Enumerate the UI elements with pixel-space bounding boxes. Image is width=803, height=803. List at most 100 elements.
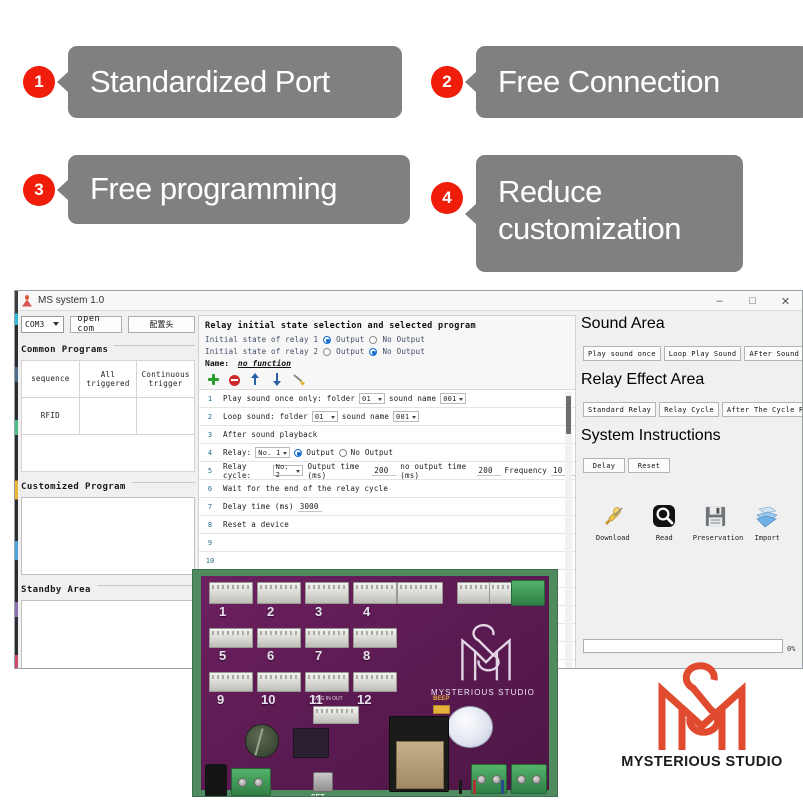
row-content: Delay time (ms) 3000 (221, 502, 575, 512)
sound-area-buttons: Play sound once Loop Play Sound AFter So… (583, 346, 802, 361)
list-item[interactable]: 4 Relay: No. 1 Output No Output (199, 444, 575, 462)
list-item[interactable]: 9 (199, 534, 575, 552)
list-item[interactable]: 6 Wait for the end of the relay cycle (199, 480, 575, 498)
import-label: Import (754, 534, 780, 542)
row-number: 6 (207, 484, 213, 493)
row-content: Wait for the end of the relay cycle (221, 484, 575, 493)
add-icon[interactable] (207, 373, 220, 386)
list-item[interactable]: 8 Reset a device (199, 516, 575, 534)
relay-cycle-button[interactable]: Relay Cycle (659, 402, 719, 417)
move-up-icon[interactable] (249, 373, 262, 386)
pcb-set-button (313, 772, 333, 792)
import-action[interactable]: Import (744, 501, 790, 542)
customized-program-group: Customized Program (21, 476, 195, 575)
relay-cycle-number-select[interactable]: No. 2 (272, 463, 304, 479)
config-header-button[interactable]: 配置头 (127, 315, 195, 333)
delay-time-input[interactable]: 3000 (297, 502, 322, 512)
feature-item-2: 2 Free Connection (432, 46, 803, 118)
row-number: 8 (207, 520, 213, 529)
clear-icon[interactable] (293, 373, 306, 386)
sound-name-select[interactable]: 001 (393, 411, 420, 422)
program-list-scrollbar[interactable] (565, 392, 572, 668)
pcb-connector (209, 582, 253, 604)
list-item[interactable]: 3 After sound playback (199, 426, 575, 444)
sound-name-select[interactable]: 001 (440, 393, 467, 404)
read-label: Read (655, 534, 673, 542)
program-name-value: no function (237, 359, 291, 368)
save-icon (693, 501, 739, 531)
pcb-io-connector (313, 706, 359, 724)
program-cell-rfid[interactable]: RFID (21, 397, 80, 435)
customized-program-list[interactable] (21, 497, 195, 575)
window-title: MS system 1.0 (38, 295, 105, 306)
folder-select[interactable]: 01 (311, 411, 338, 422)
progress-value: 0% (787, 645, 796, 653)
relay2-output-radio[interactable] (323, 347, 332, 356)
pcb-connector-number: 7 (315, 648, 323, 663)
feature-label-box: Free programming (57, 155, 410, 224)
output-time-input[interactable]: 200 (372, 466, 397, 476)
customized-program-body (21, 497, 195, 575)
play-sound-once-button[interactable]: Play sound once (583, 346, 661, 361)
chevron-down-icon (412, 416, 417, 419)
row4-no-output-radio[interactable] (338, 448, 347, 457)
standby-area-list[interactable] (21, 600, 195, 668)
reset-button[interactable]: Reset (628, 458, 670, 473)
program-cell-continuous-trigger[interactable]: Continuous trigger (136, 360, 195, 398)
folder-select[interactable]: 01 (359, 393, 386, 404)
download-action[interactable]: Download (590, 501, 636, 542)
feature-item-3: 3 Free programming (24, 155, 410, 224)
row-content: Relay cycle: No. 2 Output time (ms) 200 … (221, 462, 575, 480)
open-com-button[interactable]: open com (70, 314, 122, 334)
relay1-no-output-label: No Output (382, 335, 425, 344)
standard-relay-button[interactable]: Standard Relay (583, 402, 657, 417)
program-cell-empty[interactable] (136, 397, 195, 435)
read-action[interactable]: Read (641, 501, 687, 542)
relay-number-select[interactable]: No. 1 (255, 447, 291, 458)
program-name-label: Name: (205, 359, 230, 368)
close-icon[interactable]: ✕ (769, 291, 802, 311)
program-list-toolbar (199, 370, 575, 390)
preservation-action[interactable]: Preservation (693, 501, 743, 542)
row-text: Relay cycle: (223, 461, 252, 480)
remove-icon[interactable] (229, 374, 240, 386)
pcb-speaker (447, 706, 493, 748)
minimize-icon[interactable]: – (703, 291, 736, 311)
maximize-icon[interactable]: □ (736, 291, 769, 311)
program-cell-all-triggered[interactable]: All triggered (78, 360, 138, 398)
pcb-connector (353, 582, 397, 604)
relay-effect-area-title: Relay Effect Area (581, 371, 705, 388)
relay1-state-row: Initial state of relay 1 Output No Outpu… (205, 335, 569, 344)
row4-output-radio[interactable] (294, 448, 303, 457)
pcb-wire (473, 780, 476, 794)
program-cell-empty-row[interactable] (21, 434, 195, 472)
pcb-wire (459, 780, 462, 794)
list-item[interactable]: 5 Relay cycle: No. 2 Output time (ms) 20… (199, 462, 575, 480)
delay-button[interactable]: Delay (583, 458, 625, 473)
row-number: 4 (207, 448, 213, 457)
after-the-cycle-relay-button[interactable]: After The Cycle Relay (721, 402, 802, 417)
list-item[interactable]: 1 Play sound once only: folder 01 sound … (199, 390, 575, 408)
relay2-label: Initial state of relay 2 (205, 347, 319, 356)
relay1-output-radio[interactable] (323, 335, 332, 344)
move-down-icon[interactable] (271, 373, 284, 386)
relay1-no-output-radio[interactable] (369, 335, 378, 344)
feature-number-badge: 4 (432, 183, 462, 213)
standby-area-group: Standby Area (21, 579, 195, 668)
sound-name-value: 001 (396, 412, 410, 421)
relay2-no-output-radio[interactable] (369, 347, 378, 356)
no-output-time-input[interactable]: 200 (476, 466, 501, 476)
row-mid-label: sound name (341, 412, 390, 421)
scrollbar-thumb[interactable] (566, 396, 571, 434)
com-port-select[interactable]: COM3 (21, 315, 65, 333)
table-row (21, 434, 195, 472)
feature-item-4: 4 Reduce customization (432, 155, 743, 272)
list-item[interactable]: 2 Loop sound: folder 01 sound name 001 (199, 408, 575, 426)
list-item[interactable]: 10 (199, 552, 575, 570)
program-cell-sequence[interactable]: sequence (21, 360, 80, 398)
loop-play-sound-button[interactable]: Loop Play Sound (663, 346, 742, 361)
program-cell-empty[interactable] (78, 397, 138, 435)
after-sound-play-button[interactable]: AFter Sound Play (744, 346, 802, 361)
list-item[interactable]: 7 Delay time (ms) 3000 (199, 498, 575, 516)
window-controls: – □ ✕ (703, 291, 802, 311)
